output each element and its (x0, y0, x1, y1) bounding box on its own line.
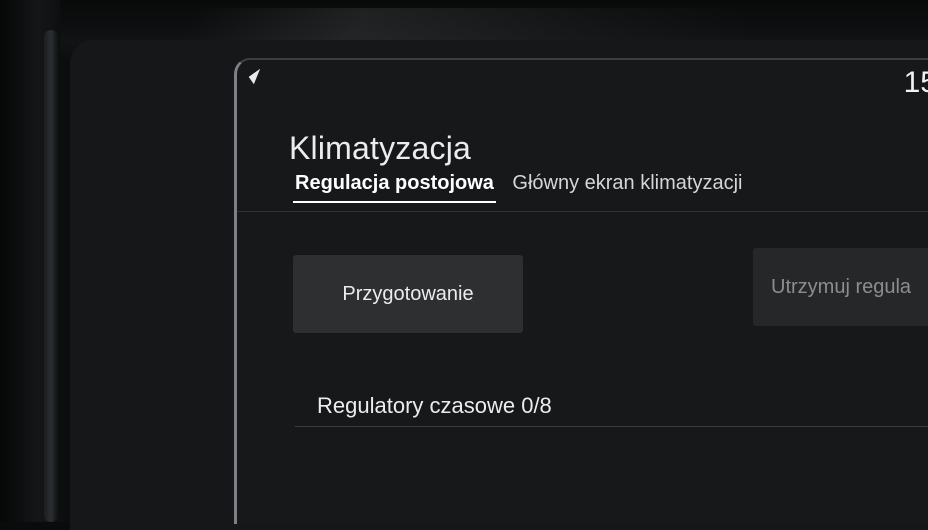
divider (237, 211, 928, 212)
tab-parking-climate[interactable]: Regulacja postojowa (293, 172, 496, 203)
divider (295, 426, 928, 427)
prepare-button[interactable]: Przygotowanie (293, 255, 523, 333)
status-clock: 15 (903, 66, 928, 99)
dashboard-glare (183, 8, 757, 44)
dashboard-bezel-left (0, 0, 70, 522)
timers-item[interactable]: Regulatory czasowe 0/8 (317, 393, 552, 419)
tab-main-climate[interactable]: Główny ekran klimatyzacji (510, 172, 744, 201)
navigation-arrow-icon[interactable] (248, 68, 266, 85)
infotainment-screen: 15 Klimatyzacja Regulacja postojowa Głów… (234, 58, 928, 524)
bezel-edge (44, 30, 58, 522)
maintain-climate-button[interactable]: Utrzymuj regula (753, 248, 928, 326)
page-title: Klimatyzacja (289, 130, 472, 166)
tab-bar: Regulacja postojowa Główny ekran klimaty… (293, 172, 754, 203)
